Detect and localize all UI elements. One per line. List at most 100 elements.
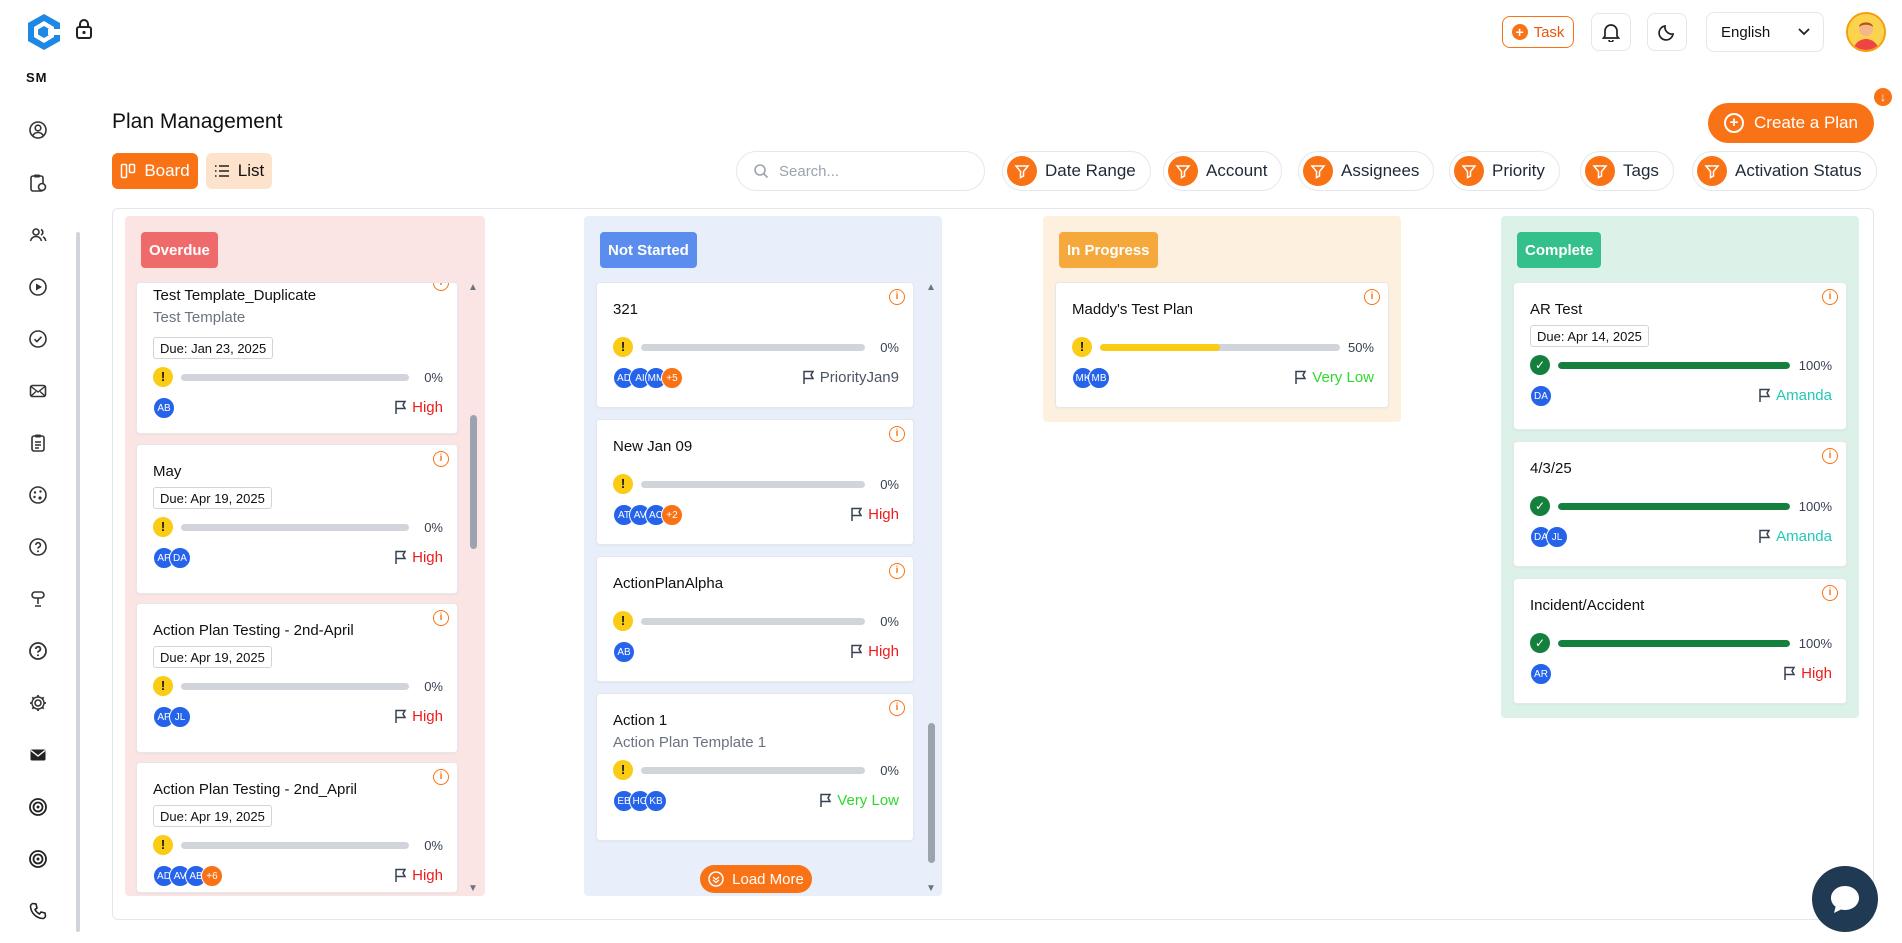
question-icon[interactable]: [27, 640, 49, 662]
assignee-avatars[interactable]: AR: [1530, 663, 1552, 685]
plan-card[interactable]: i Action 1 Action Plan Template 1! 0% EB HG KB…: [596, 693, 914, 841]
target-icon[interactable]: [27, 796, 49, 818]
info-icon[interactable]: i: [1822, 585, 1838, 601]
info-icon[interactable]: i: [889, 289, 905, 305]
language-value: English: [1721, 23, 1771, 41]
search-box[interactable]: [736, 151, 985, 191]
phone-icon[interactable]: [27, 900, 49, 922]
info-icon[interactable]: i: [433, 283, 449, 291]
chat-button[interactable]: [1812, 866, 1878, 932]
progress-fill: [1558, 362, 1790, 369]
download-badge-icon[interactable]: ↓: [1874, 88, 1892, 106]
palette-icon[interactable]: [27, 484, 49, 506]
progress-bar: [641, 481, 865, 488]
scroll-down-icon[interactable]: ▼: [468, 883, 478, 894]
users-icon[interactable]: [27, 224, 49, 246]
plan-card[interactable]: i 321! 0% AD AI MM +5 PriorityJan9: [596, 282, 914, 408]
priority-text: High: [868, 643, 899, 660]
assignee-avatars[interactable]: AD AV AB +6: [153, 865, 223, 887]
info-icon[interactable]: i: [889, 700, 905, 716]
help-circle-icon[interactable]: [27, 536, 49, 558]
filter-assignees[interactable]: Assignees: [1298, 151, 1435, 191]
assignee-avatar[interactable]: AB: [613, 641, 635, 663]
play-icon[interactable]: [27, 276, 49, 298]
assignee-avatar[interactable]: AB: [153, 397, 175, 419]
filter-priority[interactable]: Priority: [1449, 151, 1560, 191]
user-avatar[interactable]: [1846, 12, 1886, 52]
assignee-avatars[interactable]: AT AV AC +2: [613, 504, 683, 526]
add-task-button[interactable]: + Task: [1502, 16, 1574, 48]
assignee-avatar[interactable]: JL: [169, 706, 191, 728]
scroll-thumb[interactable]: [469, 415, 477, 549]
assignee-avatar[interactable]: DA: [1530, 385, 1552, 407]
plan-card[interactable]: i May Due: Apr 19, 2025! 0% AP DA High: [136, 444, 458, 594]
assignee-avatars[interactable]: AB: [613, 641, 635, 663]
info-icon[interactable]: i: [433, 610, 449, 626]
assignee-avatars[interactable]: DA JL: [1530, 526, 1568, 548]
not-started-scrollbar[interactable]: ▲ ▼: [926, 282, 936, 894]
assignee-avatar[interactable]: AR: [1530, 663, 1552, 685]
trophy-icon[interactable]: [27, 588, 49, 610]
theme-toggle-button[interactable]: [1647, 13, 1687, 51]
assignee-avatar[interactable]: DA: [169, 547, 191, 569]
info-icon[interactable]: i: [1822, 289, 1838, 305]
load-more-button[interactable]: Load More: [700, 865, 812, 893]
assignee-avatars[interactable]: AP DA: [153, 547, 191, 569]
assignee-avatars[interactable]: AP JL: [153, 706, 191, 728]
scroll-down-icon[interactable]: ▼: [926, 883, 936, 894]
search-input[interactable]: [779, 162, 959, 180]
language-select[interactable]: English: [1706, 12, 1824, 52]
info-icon[interactable]: i: [1364, 289, 1380, 305]
settings-icon[interactable]: [27, 692, 49, 714]
more-assignees-badge[interactable]: +5: [661, 367, 683, 389]
assignee-avatars[interactable]: EB HG KB: [613, 790, 667, 812]
assignee-avatars[interactable]: DA: [1530, 385, 1552, 407]
info-icon[interactable]: i: [1822, 448, 1838, 464]
plan-card[interactable]: i Action Plan Testing - 2nd_April Due: Apr…: [136, 762, 458, 893]
check-circle-icon[interactable]: [27, 328, 49, 350]
plan-card[interactable]: i New Jan 09! 0% AT AV AC +2 High: [596, 419, 914, 545]
plan-card[interactable]: i Test Template_Duplicate Test Template Due…: [136, 282, 458, 434]
info-icon[interactable]: i: [889, 563, 905, 579]
user-circle-icon[interactable]: [27, 119, 49, 141]
filter-tags[interactable]: Tags: [1580, 151, 1674, 191]
priority-text: Very Low: [1312, 369, 1374, 386]
plan-card[interactable]: i Maddy's Test Plan! 50% MK MB Very Low: [1055, 282, 1389, 408]
clipboard-list-icon[interactable]: [27, 432, 49, 454]
plan-card[interactable]: i Action Plan Testing - 2nd-April Due: Apr…: [136, 603, 458, 753]
info-icon[interactable]: i: [433, 451, 449, 467]
scroll-thumb[interactable]: [927, 723, 935, 863]
assignee-avatar[interactable]: KB: [645, 790, 667, 812]
lock-icon[interactable]: [74, 18, 94, 40]
app-logo-icon[interactable]: [24, 12, 64, 52]
more-assignees-badge[interactable]: +6: [201, 865, 223, 887]
board-view-button[interactable]: Board: [112, 153, 198, 189]
assignee-avatars[interactable]: MK MB: [1072, 367, 1110, 389]
clipboard-user-icon[interactable]: [27, 172, 49, 194]
progress-percent: 0%: [880, 763, 899, 778]
radar-icon[interactable]: [27, 848, 49, 870]
plan-card[interactable]: i Incident/Accident ✓ 100% AR High: [1513, 578, 1847, 704]
envelope-icon[interactable]: [27, 744, 49, 766]
assignee-avatars[interactable]: AD AI MM +5: [613, 367, 683, 389]
scroll-up-icon[interactable]: ▲: [926, 282, 936, 293]
assignee-avatar[interactable]: JL: [1546, 526, 1568, 548]
info-icon[interactable]: i: [433, 769, 449, 785]
assignee-avatar[interactable]: MB: [1088, 367, 1110, 389]
sidebar-scrollbar[interactable]: [76, 232, 80, 932]
mail-icon[interactable]: [27, 380, 49, 402]
overdue-scrollbar[interactable]: ▲ ▼: [468, 282, 478, 894]
create-plan-button[interactable]: + Create a Plan: [1708, 103, 1874, 143]
assignee-avatars[interactable]: AB: [153, 397, 175, 419]
notifications-button[interactable]: [1591, 13, 1631, 51]
info-icon[interactable]: i: [889, 426, 905, 442]
filter-activation-status[interactable]: Activation Status: [1692, 151, 1877, 191]
plan-card[interactable]: i AR Test Due: Apr 14, 2025 ✓ 100% DA Amanda: [1513, 282, 1847, 430]
scroll-up-icon[interactable]: ▲: [468, 282, 478, 293]
filter-account[interactable]: Account: [1163, 151, 1283, 191]
filter-date-range[interactable]: Date Range: [1002, 151, 1151, 191]
more-assignees-badge[interactable]: +2: [661, 504, 683, 526]
plan-card[interactable]: i 4/3/25 ✓ 100% DA JL Amanda: [1513, 441, 1847, 567]
plan-card[interactable]: i ActionPlanAlpha! 0% AB High: [596, 556, 914, 682]
list-view-button[interactable]: List: [206, 153, 272, 189]
